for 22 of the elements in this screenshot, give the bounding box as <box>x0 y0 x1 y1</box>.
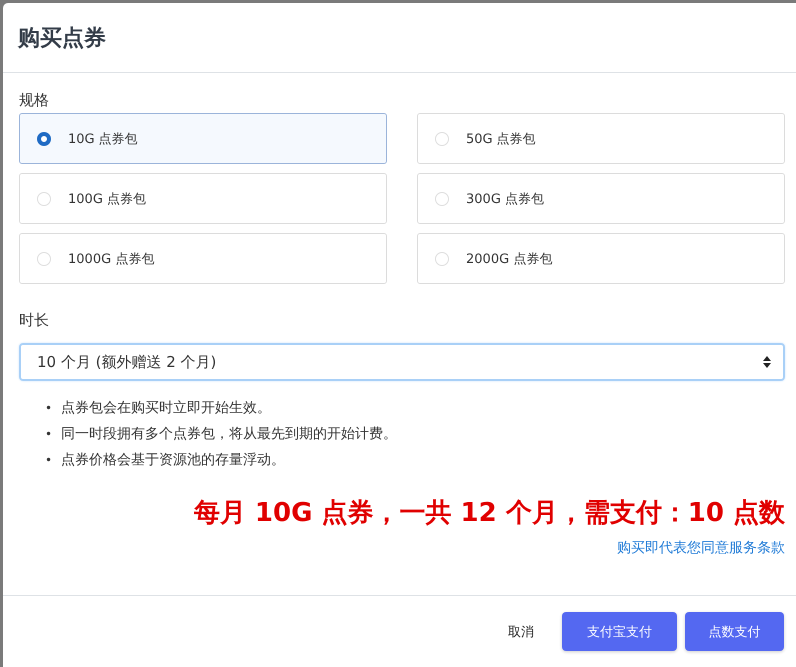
bullet-mark: • <box>45 400 54 416</box>
field-label: 规格 <box>19 91 50 111</box>
payment-summary: 每月 10G 点券，一共 12 个月，需支付：10 点数 <box>192 497 785 530</box>
terms-link[interactable]: 购买即代表您同意服务条款 <box>617 540 785 556</box>
radio-button[interactable] <box>37 132 51 146</box>
field-label: 时长 <box>19 311 50 331</box>
pay-button[interactable]: 点数支付 <box>685 612 784 651</box>
bullet-mark: • <box>45 426 54 442</box>
package-option[interactable]: 2000G 点券包 <box>417 233 785 284</box>
package-option[interactable]: 10G 点券包 <box>19 113 387 164</box>
duration-select[interactable]: 10 个月 (额外赠送 2 个月) <box>19 343 785 381</box>
note-text: 同一时段拥有多个点券包，将从最先到期的开始计费。 <box>61 425 397 444</box>
sort-arrows-icon <box>763 356 771 368</box>
package-option[interactable]: 1000G 点券包 <box>19 233 387 284</box>
package-option[interactable]: 100G 点券包 <box>19 173 387 224</box>
pay-button[interactable]: 支付宝支付 <box>562 612 677 651</box>
dialog-title: 购买点券 <box>18 24 106 52</box>
package-option[interactable]: 300G 点券包 <box>417 173 785 224</box>
note-text: 点券价格会基于资源池的存量浮动。 <box>61 451 285 470</box>
note-text: 点券包会在购买时立即开始生效。 <box>61 399 271 418</box>
bullet-mark: • <box>45 452 54 468</box>
package-option[interactable]: 50G 点券包 <box>417 113 785 164</box>
